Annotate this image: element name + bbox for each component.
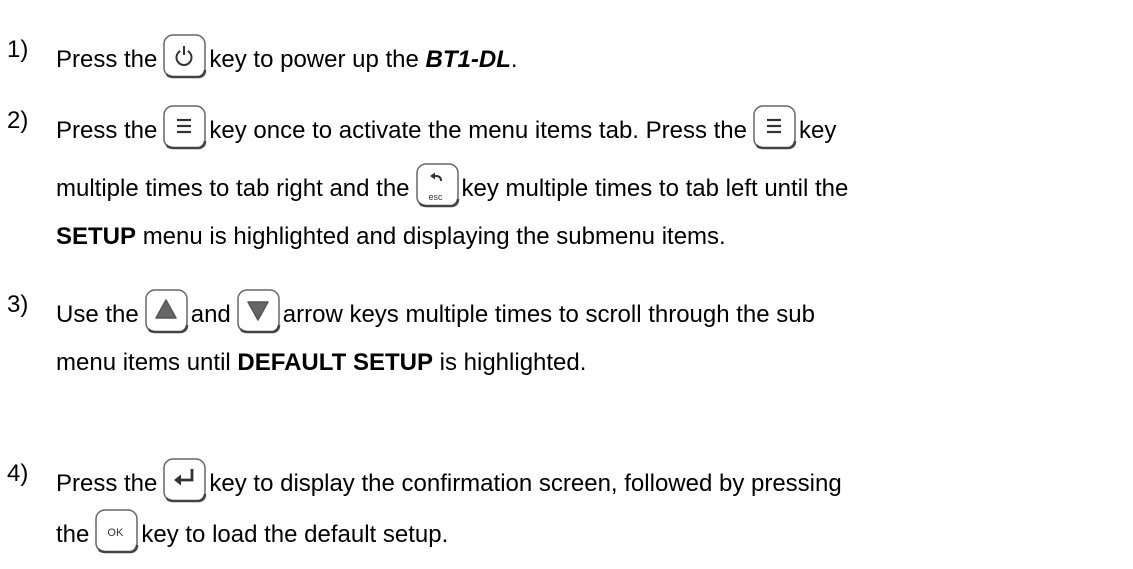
step-text: the (56, 520, 90, 548)
esc-key-icon: esc (415, 163, 460, 208)
step-text: is highlighted. (439, 349, 587, 376)
step-text: key once to activate the menu items tab.… (209, 116, 747, 144)
power-key-icon (163, 34, 207, 79)
step-line: the OK key to load the default setup. (56, 509, 449, 558)
step-number: 4) (7, 460, 29, 487)
product-name: BT1-DL (425, 45, 511, 73)
step-text: Press the (56, 45, 158, 73)
step-text: menu items until (56, 349, 231, 376)
step-text: Press the (56, 116, 158, 144)
step-text: menu is highlighted and displaying the s… (142, 223, 726, 250)
ok-key-icon: OK (95, 509, 139, 554)
step-number: 1) (7, 36, 29, 63)
step-text: arrow keys multiple times to scroll thro… (282, 300, 815, 328)
step-text: Use the (56, 300, 139, 328)
esc-key-label: esc (428, 192, 443, 202)
step-line: menu items until DEFAULT SETUP is highli… (56, 351, 586, 375)
step-text: multiple times to tab right and the (56, 174, 410, 202)
step-text: key to display the confirmation screen, … (209, 469, 842, 497)
step-number: 2) (7, 107, 29, 134)
step-line: Use the and arrow keys multiple times to s… (56, 289, 815, 338)
step-line: multiple times to tab right and the esc ke… (56, 163, 849, 212)
step-text: key to load the default setup. (141, 520, 449, 548)
submenu-name: DEFAULT SETUP (237, 349, 433, 376)
step-text: key multiple times to tab left until the (461, 174, 849, 202)
ok-key-label: OK (107, 527, 124, 539)
instruction-document: 1) Press the key to power up the BT1-DL. … (0, 0, 1133, 569)
up-arrow-key-icon (144, 289, 189, 334)
step-text: Press the (56, 469, 158, 497)
step-text: and (190, 300, 231, 328)
step-text: . (510, 45, 518, 73)
step-line: Press the key to display the confirmation… (56, 458, 842, 507)
step-line: Press the key once to activate the menu i… (56, 105, 837, 154)
step-text: key (799, 116, 837, 144)
down-arrow-key-icon (237, 289, 281, 334)
step-line: Press the key to power up the BT1-DL. (56, 34, 518, 83)
step-number: 3) (7, 291, 29, 318)
menu-name: SETUP (56, 223, 137, 250)
step-line: SETUP menu is highlighted and displaying… (56, 225, 726, 249)
step-text: key to power up the (209, 45, 419, 73)
enter-key-icon (163, 458, 207, 503)
menu-key-icon (753, 105, 797, 150)
menu-key-icon (163, 105, 207, 150)
